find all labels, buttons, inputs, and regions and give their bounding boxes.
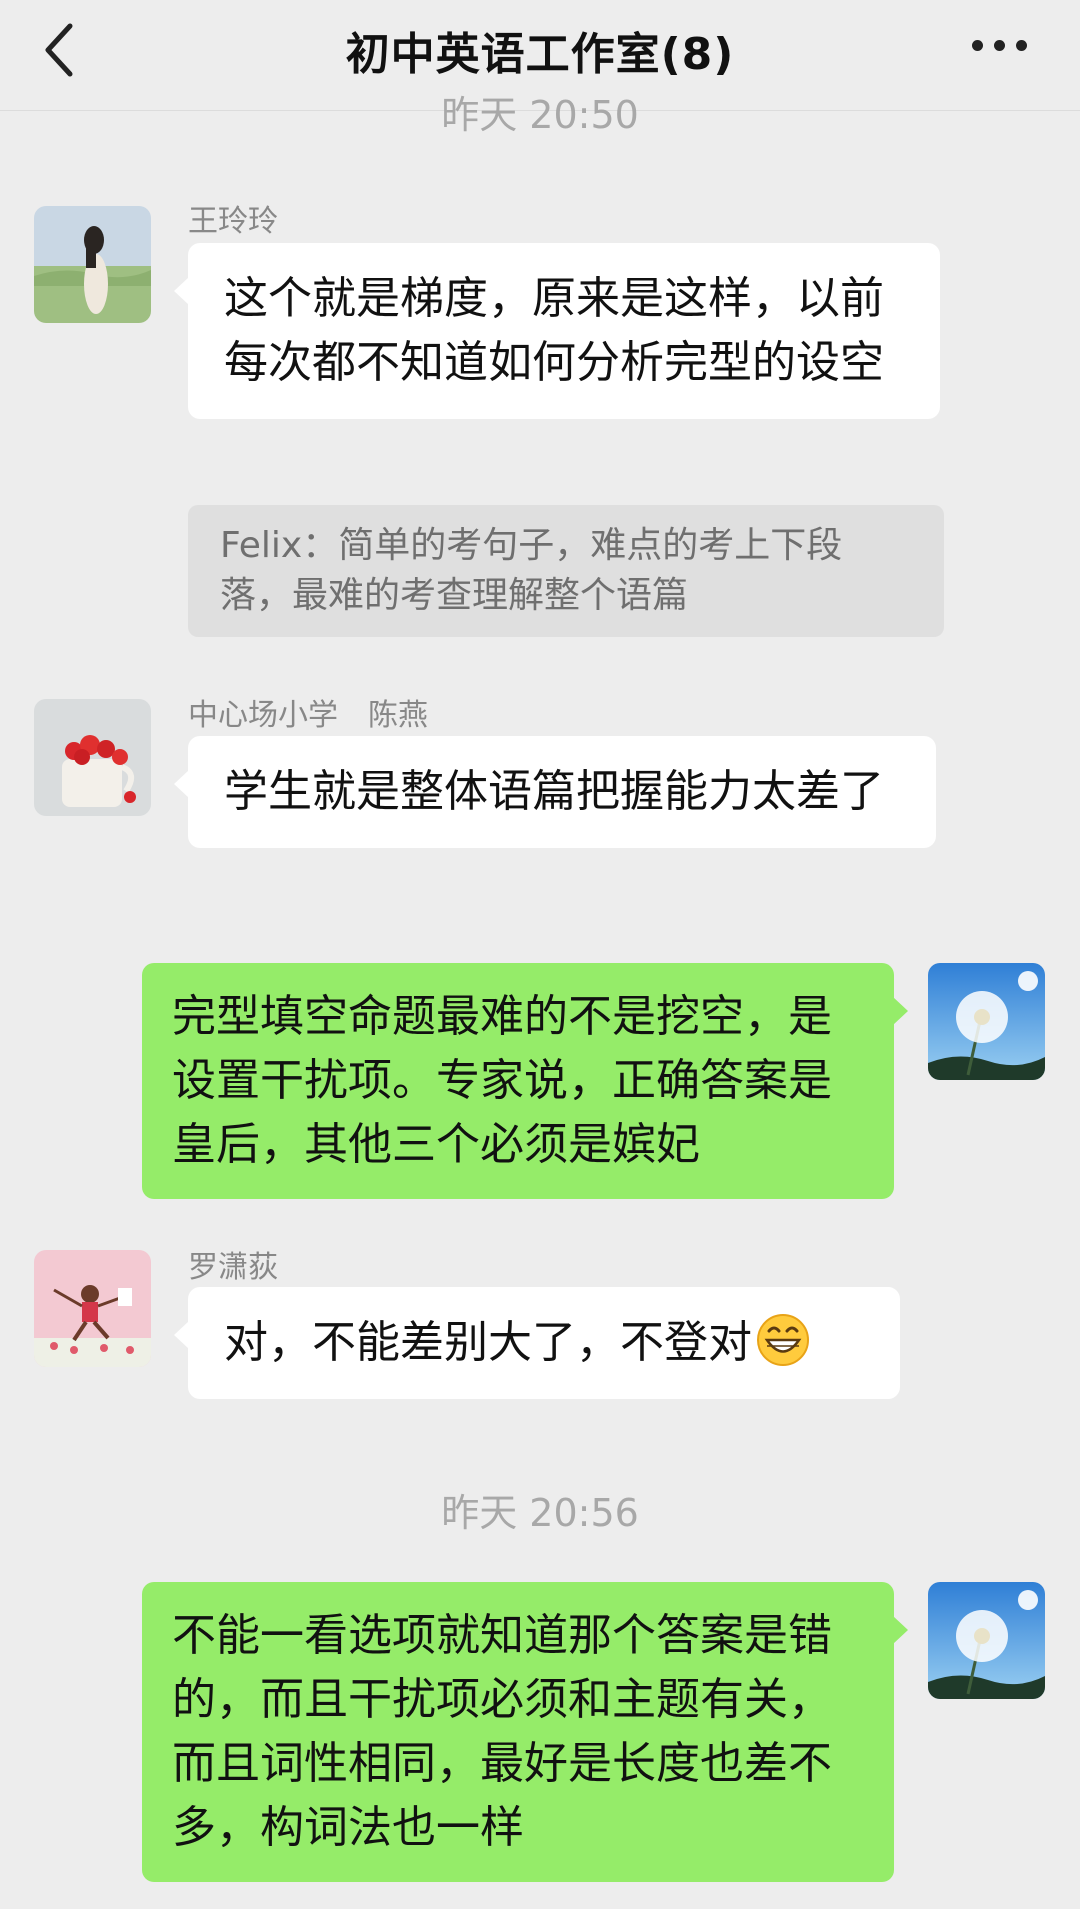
message-bubble-outgoing[interactable]: 完型填空命题最难的不是挖空，是设置干扰项。专家说，正确答案是皇后，其他三个必须是…	[142, 963, 908, 1199]
timestamp: 昨天 20:56	[441, 1491, 639, 1535]
grinning-face-icon	[757, 1314, 809, 1366]
avatar[interactable]	[34, 206, 151, 323]
chat-title: 初中英语工作室(8)	[345, 29, 735, 80]
message-bubble[interactable]: 对，不能差别大了，不登对	[174, 1287, 900, 1399]
my-avatar[interactable]	[928, 1582, 1045, 1699]
sender-name: 中心场小学 陈燕	[188, 698, 428, 733]
message-text: 对，不能差别大了，不登对	[224, 1317, 752, 1368]
sender-name: 王玲玲	[188, 204, 278, 239]
sender-name: 罗潇荻	[188, 1250, 278, 1285]
message-bubble[interactable]: 学生就是整体语篇把握能力太差了	[174, 736, 936, 848]
quoted-message[interactable]: Felix：简单的考句子，难点的考上下段落，最难的考查理解整个语篇	[188, 505, 944, 637]
avatar[interactable]	[34, 1250, 151, 1367]
my-avatar[interactable]	[928, 963, 1045, 1080]
more-options-icon[interactable]	[972, 36, 1028, 56]
message-bubble[interactable]: 这个就是梯度，原来是这样，以前每次都不知道如何分析完型的设空	[174, 243, 940, 419]
message-bubble-outgoing[interactable]: 不能一看选项就知道那个答案是错的，而且干扰项必须和主题有关，而且词性相同，最好是…	[142, 1582, 908, 1882]
timestamp: 昨天 20:50	[441, 93, 639, 137]
avatar[interactable]	[34, 699, 151, 816]
